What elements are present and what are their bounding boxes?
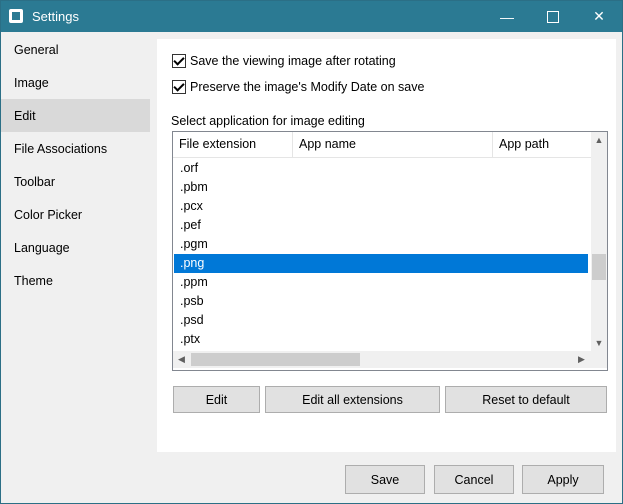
window-title: Settings (32, 9, 79, 24)
sidebar-item-general[interactable]: General (1, 33, 150, 66)
preserve-modify-date-checkbox[interactable]: Preserve the image's Modify Date on save (172, 80, 424, 94)
save-after-rotating-checkbox[interactable]: Save the viewing image after rotating (172, 54, 396, 68)
close-button[interactable]: ✕ (576, 1, 622, 32)
horizontal-scrollbar[interactable]: ◀ ▶ (173, 351, 591, 368)
scroll-down-icon[interactable]: ▼ (591, 335, 607, 351)
minimize-icon: — (500, 8, 514, 25)
column-header-app-name[interactable]: App name (293, 132, 493, 157)
section-label: Select application for image editing (171, 114, 365, 128)
edit-all-extensions-button[interactable]: Edit all extensions (265, 386, 440, 413)
reset-to-default-button[interactable]: Reset to default (445, 386, 607, 413)
vertical-scroll-thumb[interactable] (592, 254, 606, 280)
list-item[interactable]: .pcx (174, 197, 588, 216)
sidebar-item-edit[interactable]: Edit (1, 99, 150, 132)
edit-button[interactable]: Edit (173, 386, 260, 413)
horizontal-scroll-thumb[interactable] (191, 353, 360, 366)
edit-settings-panel: Save the viewing image after rotating Pr… (157, 39, 616, 452)
column-header-file-extension[interactable]: File extension (173, 132, 293, 157)
minimize-button[interactable]: — (484, 1, 530, 32)
checkbox-checked-icon (172, 80, 186, 94)
scroll-left-icon[interactable]: ◀ (173, 351, 190, 368)
list-item[interactable]: .orf (174, 159, 588, 178)
title-bar[interactable]: Settings — ✕ (1, 1, 622, 32)
sidebar: General Image Edit File Associations Too… (1, 32, 154, 455)
sidebar-item-language[interactable]: Language (1, 231, 150, 264)
scroll-up-icon[interactable]: ▲ (591, 132, 607, 148)
settings-window: Settings — ✕ General Image Edit File Ass… (0, 0, 623, 504)
list-header: File extension App name App path (173, 132, 591, 158)
list-item[interactable]: .ptx (174, 330, 588, 349)
list-item[interactable]: .ppm (174, 273, 588, 292)
preserve-modify-date-label: Preserve the image's Modify Date on save (190, 80, 425, 94)
maximize-button[interactable] (530, 1, 576, 32)
save-after-rotating-label: Save the viewing image after rotating (190, 54, 396, 68)
extension-app-list[interactable]: File extension App name App path .orf .p… (172, 131, 608, 371)
vertical-scrollbar[interactable]: ▲ ▼ (591, 132, 607, 351)
apply-button[interactable]: Apply (522, 465, 604, 494)
column-header-app-path[interactable]: App path (493, 132, 591, 157)
scroll-right-icon[interactable]: ▶ (573, 351, 590, 368)
list-item[interactable]: .pgm (174, 235, 588, 254)
close-icon: ✕ (593, 8, 605, 24)
scrollbar-corner (591, 351, 607, 368)
list-item[interactable]: .psb (174, 292, 588, 311)
sidebar-item-image[interactable]: Image (1, 66, 150, 99)
checkbox-checked-icon (172, 54, 186, 68)
maximize-icon (547, 10, 559, 23)
cancel-button[interactable]: Cancel (434, 465, 514, 494)
app-icon (9, 9, 23, 23)
list-item[interactable]: .psd (174, 311, 588, 330)
sidebar-item-toolbar[interactable]: Toolbar (1, 165, 150, 198)
list-item-selected[interactable]: .png (174, 254, 588, 273)
save-button[interactable]: Save (345, 465, 425, 494)
list-item[interactable]: .pbm (174, 178, 588, 197)
sidebar-item-theme[interactable]: Theme (1, 264, 150, 297)
list-item[interactable]: .pef (174, 216, 588, 235)
sidebar-item-file-associations[interactable]: File Associations (1, 132, 150, 165)
sidebar-item-color-picker[interactable]: Color Picker (1, 198, 150, 231)
